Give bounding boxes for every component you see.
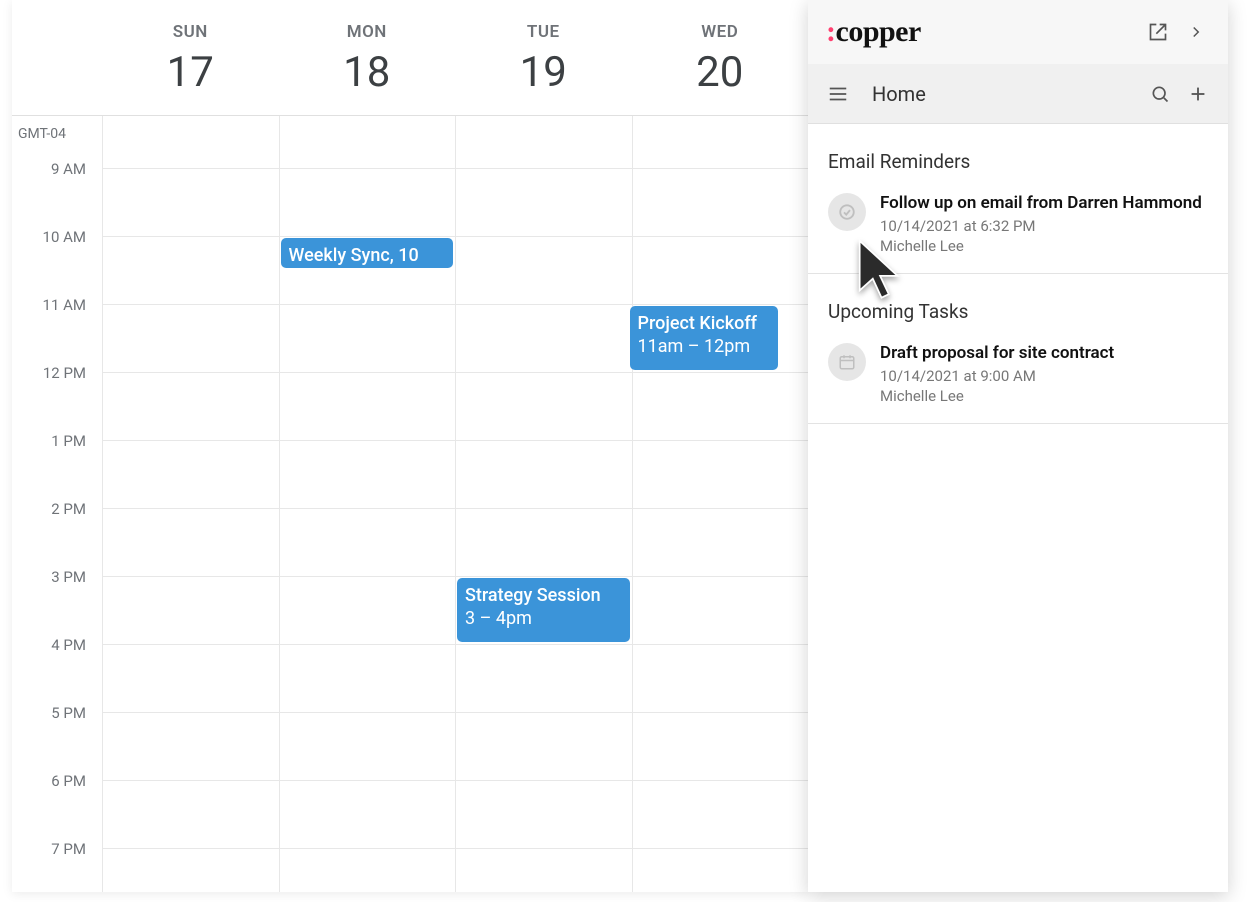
event-title: Strategy Session <box>465 584 622 607</box>
day-number: 20 <box>632 48 809 97</box>
hour-row: 4 PM <box>12 644 808 712</box>
copper-logo: :copper <box>826 15 921 49</box>
hour-label: 12 PM <box>12 364 94 382</box>
divider <box>808 423 1228 424</box>
event-time: 3 – 4pm <box>465 607 622 630</box>
hour-row: 6 PM <box>12 780 808 848</box>
col-divider <box>632 116 633 892</box>
day-name: WED <box>632 22 809 42</box>
event-title: Weekly Sync, 10 <box>289 244 446 267</box>
hour-label: 5 PM <box>12 704 94 722</box>
day-name: SUN <box>102 22 279 42</box>
day-col-sun[interactable]: SUN 17 <box>102 0 279 115</box>
chevron-right-icon[interactable] <box>1182 18 1210 46</box>
day-col-tue[interactable]: TUE 19 <box>455 0 632 115</box>
header-gutter <box>12 0 102 115</box>
menu-icon[interactable] <box>824 80 852 108</box>
hour-label: 6 PM <box>12 772 94 790</box>
item-owner: Michelle Lee <box>880 387 1114 405</box>
search-icon[interactable] <box>1146 80 1174 108</box>
item-owner: Michelle Lee <box>880 237 1202 255</box>
day-col-mon[interactable]: MON 18 <box>279 0 456 115</box>
calendar-event[interactable]: Strategy Session3 – 4pm <box>457 578 630 642</box>
add-icon[interactable] <box>1184 80 1212 108</box>
col-divider <box>455 116 456 892</box>
hour-label: 11 AM <box>12 296 94 314</box>
event-title: Project Kickoff <box>638 312 771 335</box>
list-item[interactable]: Draft proposal for site contract 10/14/20… <box>808 333 1228 423</box>
hour-row: 7 PM <box>12 848 808 892</box>
section-title: Email Reminders <box>808 124 1228 183</box>
col-divider <box>279 116 280 892</box>
day-name: TUE <box>455 22 632 42</box>
hour-label: 7 PM <box>12 840 94 858</box>
item-title: Draft proposal for site contract <box>880 343 1114 363</box>
check-icon[interactable] <box>828 193 866 231</box>
item-datetime: 10/14/2021 at 9:00 AM <box>880 367 1114 385</box>
hour-label: 4 PM <box>12 636 94 654</box>
list-item[interactable]: Follow up on email from Darren Hammond 10… <box>808 183 1228 273</box>
brand-text: copper <box>836 15 921 48</box>
timezone-label: GMT-04 <box>18 126 66 142</box>
section-title: Upcoming Tasks <box>808 274 1228 333</box>
hour-row: 5 PM <box>12 712 808 780</box>
hour-label: 1 PM <box>12 432 94 450</box>
item-datetime: 10/14/2021 at 6:32 PM <box>880 217 1202 235</box>
day-name: MON <box>279 22 456 42</box>
calendar-header: SUN 17 MON 18 TUE 19 WED 20 <box>12 0 808 116</box>
hour-row: 3 PM <box>12 576 808 644</box>
hour-row: 2 PM <box>12 508 808 576</box>
day-col-wed[interactable]: WED 20 <box>632 0 809 115</box>
calendar: SUN 17 MON 18 TUE 19 WED 20 GMT-04 9 AM1… <box>12 0 808 892</box>
hour-label: 9 AM <box>12 160 94 178</box>
open-external-icon[interactable] <box>1144 18 1172 46</box>
calendar-icon[interactable] <box>828 343 866 381</box>
event-time: 11am – 12pm <box>638 335 771 358</box>
hour-row: 9 AM <box>12 168 808 236</box>
day-number: 17 <box>102 48 279 97</box>
panel-topbar: :copper <box>808 0 1228 64</box>
hour-label: 3 PM <box>12 568 94 586</box>
copper-panel: :copper Home Email RemindersFollow up on… <box>808 0 1228 892</box>
hour-label: 2 PM <box>12 500 94 518</box>
hour-row: 1 PM <box>12 440 808 508</box>
calendar-event[interactable]: Project Kickoff11am – 12pm <box>630 306 779 370</box>
panel-title: Home <box>872 82 926 106</box>
calendar-event[interactable]: Weekly Sync, 10 <box>281 238 454 268</box>
calendar-body[interactable]: GMT-04 9 AM10 AM11 AM12 PM1 PM2 PM3 PM4 … <box>12 116 808 892</box>
day-number: 18 <box>279 48 456 97</box>
panel-content: Email RemindersFollow up on email from D… <box>808 124 1228 424</box>
col-divider <box>102 116 103 892</box>
hour-row: 12 PM <box>12 372 808 440</box>
hour-label: 10 AM <box>12 228 94 246</box>
item-title: Follow up on email from Darren Hammond <box>880 193 1202 213</box>
panel-nav: Home <box>808 64 1228 124</box>
day-number: 19 <box>455 48 632 97</box>
